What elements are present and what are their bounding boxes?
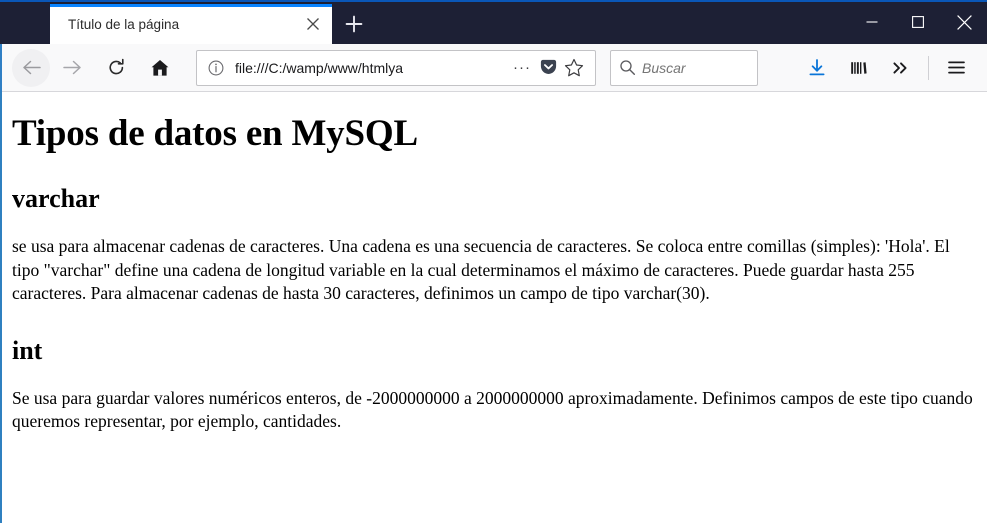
section-paragraph-varchar: se usa para almacenar cadenas de caracte… [12, 236, 950, 304]
window-controls [849, 0, 987, 44]
content-left-edge [0, 92, 2, 523]
home-icon[interactable] [142, 50, 178, 86]
section-heading-varchar: varchar [12, 184, 100, 214]
bookmark-star-icon[interactable] [561, 55, 587, 81]
toolbar-right-actions [796, 50, 977, 86]
new-tab-button[interactable] [332, 4, 376, 44]
search-input[interactable] [636, 58, 749, 77]
maximize-button[interactable] [895, 0, 941, 44]
search-bar[interactable] [610, 49, 758, 86]
tab-strip: Título de la página [0, 2, 849, 44]
page-content: Tipos de datos en MySQL varchar se usa p… [0, 92, 987, 523]
download-icon[interactable] [799, 50, 835, 86]
tab-strip-spacer [10, 2, 50, 44]
close-icon[interactable] [300, 11, 326, 37]
hamburger-menu-icon[interactable] [938, 50, 974, 86]
back-arrow-icon[interactable] [12, 48, 50, 87]
section-heading-int: int [12, 335, 43, 365]
page-title: Tipos de datos en MySQL [12, 113, 418, 154]
pocket-icon[interactable] [535, 55, 561, 81]
page-actions-dots: ··· [513, 59, 531, 76]
browser-tab-active[interactable]: Título de la página [50, 4, 332, 44]
url-text: file:///C:/wamp/www/htmlya [235, 59, 404, 76]
forward-arrow-icon[interactable] [54, 50, 90, 86]
page-actions-icon[interactable]: ··· [509, 55, 535, 81]
search-icon [619, 59, 636, 76]
title-bar: Título de la página [0, 0, 987, 44]
library-icon[interactable] [841, 50, 877, 86]
reload-icon[interactable] [98, 50, 134, 86]
url-bar[interactable]: file:///C:/wamp/www/htmlya ··· [196, 49, 596, 86]
minimize-button[interactable] [849, 0, 895, 44]
overflow-chevrons-icon[interactable] [883, 50, 919, 86]
browser-window: Título de la página file:///C:/wamp/www/… [0, 0, 987, 523]
section-paragraph-int: Se usa para guardar valores numéricos en… [12, 387, 973, 431]
info-icon[interactable] [205, 57, 227, 79]
close-button[interactable] [941, 0, 987, 44]
navigation-toolbar: file:///C:/wamp/www/htmlya ··· [0, 44, 987, 92]
toolbar-separator [928, 55, 929, 80]
tab-title: Título de la página [68, 16, 180, 32]
